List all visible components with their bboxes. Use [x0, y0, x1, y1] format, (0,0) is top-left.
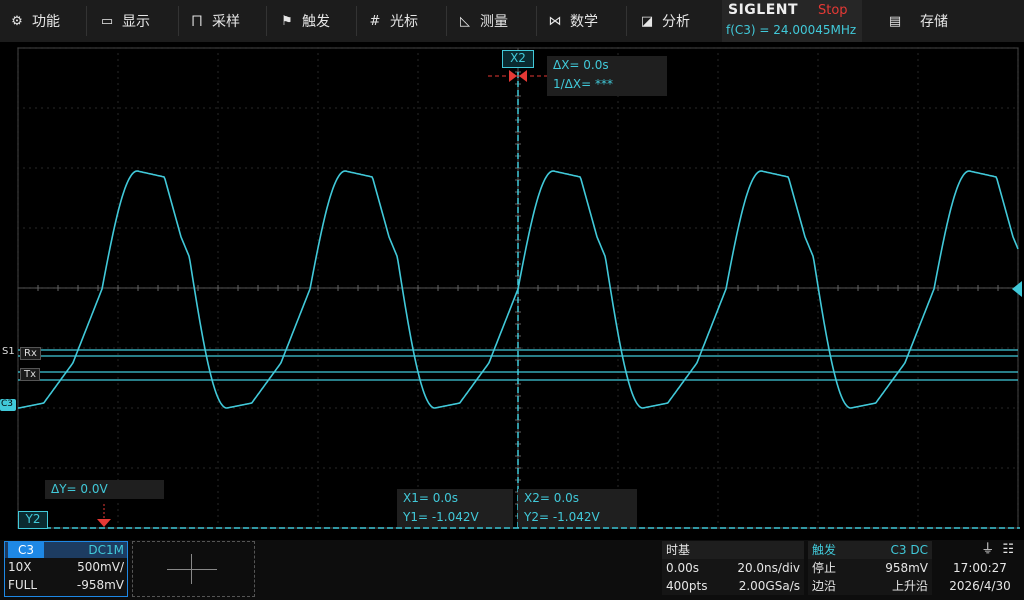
- cursor2-panel: X2= 0.0s Y2= -1.042V: [518, 489, 637, 527]
- waveform-display[interactable]: S1 Rx Tx C3 X2 Y2 ΔX= 0.0s 1/ΔX= *** ΔY=…: [0, 42, 1024, 536]
- timebase-scale: 20.0ns/div: [737, 561, 800, 575]
- timebase-rate: 2.00GSa/s: [738, 579, 800, 593]
- trigger-row-1: 停止 958mV: [808, 559, 932, 577]
- menu-math[interactable]: ⋈ 数学: [546, 0, 599, 42]
- y2-cursor-tag[interactable]: Y2: [18, 511, 48, 529]
- timebase-delay: 0.00s: [666, 561, 699, 575]
- status-panel[interactable]: SIGLENT Stop f(C3) = 24.00045MHz: [722, 0, 862, 42]
- trigger-delay-icon: [97, 519, 111, 527]
- ch3-header: C3 DC1M: [5, 542, 127, 558]
- c3-tag: C3: [1, 399, 14, 409]
- rx-tag: Rx: [20, 347, 41, 360]
- timebase-points: 400pts: [666, 579, 708, 593]
- flag-icon: ⚑: [281, 13, 293, 29]
- menu-divider: [178, 6, 179, 36]
- waveform-svg: [0, 47, 1022, 529]
- run-state[interactable]: Stop: [818, 3, 848, 18]
- timebase-row-2: 400pts 2.00GSa/s: [662, 577, 804, 595]
- delta-y-value: ΔY= 0.0V: [51, 482, 108, 496]
- menu-divider: [446, 6, 447, 36]
- measure-icon: ◺: [460, 13, 470, 29]
- trigger-row-2: 边沿 上升沿: [808, 577, 932, 595]
- trigger-slope: 上升沿: [891, 579, 928, 593]
- menu-display[interactable]: ▭ 显示: [98, 0, 150, 42]
- delta-x-panel: ΔX= 0.0s 1/ΔX= ***: [547, 56, 667, 96]
- menu-math-label: 数学: [570, 14, 598, 30]
- trigger-level: 958mV: [885, 561, 928, 575]
- menu-divider: [626, 6, 627, 36]
- menu-function-label: 功能: [32, 14, 60, 30]
- timebase-panel[interactable]: 时基 0.00s 20.0ns/div 400pts 2.00GSa/s: [662, 541, 804, 595]
- menu-cursors[interactable]: # 光标: [366, 0, 418, 42]
- clock-panel: ⏚ ☷ 17:00:27 2026/4/30: [940, 541, 1020, 595]
- x1-value: X1= 0.0s: [403, 491, 459, 505]
- x2-cursor-tag[interactable]: X2: [502, 50, 534, 68]
- menu-divider: [86, 6, 87, 36]
- y2-value: Y2= -1.042V: [524, 510, 600, 524]
- plus-icon: [167, 569, 217, 570]
- trigger-header: 触发 C3 DC: [808, 541, 932, 559]
- menu-bar: ⚙ 功能 ▭ 显示 ⨅ 采样 ⚑ 触发 # 光标 ◺ 测量 ⋈ 数学 ◪ 分析 …: [0, 0, 1024, 42]
- clock-time: 17:00:27: [953, 561, 1007, 575]
- ch3-probe: 10X: [8, 560, 32, 574]
- menu-divider: [356, 6, 357, 36]
- x2-value: X2= 0.0s: [524, 491, 580, 505]
- add-channel-button[interactable]: [132, 541, 255, 597]
- ch3-name: C3: [8, 542, 45, 558]
- ch3-settings-panel[interactable]: C3 DC1M 10X 500mV/ FULL -958mV: [4, 541, 128, 597]
- analysis-icon: ◪: [640, 13, 654, 29]
- storage-icon: ▤: [888, 13, 902, 29]
- trigger-mode: 停止: [812, 561, 837, 575]
- menu-cursors-label: 光标: [390, 14, 418, 30]
- frequency-readout: f(C3) = 24.00045MHz: [726, 23, 857, 37]
- ch3-bandwidth: FULL: [8, 578, 38, 592]
- menu-function[interactable]: ⚙ 功能: [8, 0, 60, 42]
- ch3-coupling: DC1M: [88, 543, 124, 557]
- menu-measure-label: 测量: [480, 14, 508, 30]
- menu-display-label: 显示: [122, 14, 150, 30]
- network-icon: ☷: [1002, 542, 1014, 557]
- menu-analysis[interactable]: ◪ 分析: [638, 0, 690, 42]
- trigger-source: C3 DC: [890, 543, 928, 557]
- s1-tag: S1: [2, 346, 15, 357]
- bottom-bar: C3 DC1M 10X 500mV/ FULL -958mV 时基 0.00s …: [0, 540, 1024, 600]
- plus-icon-vertical: [191, 554, 192, 584]
- trigger-panel[interactable]: 触发 C3 DC 停止 958mV 边沿 上升沿: [808, 541, 932, 595]
- menu-acquire-label: 采样: [212, 14, 240, 30]
- gear-icon: ⚙: [11, 13, 23, 29]
- cursor-icon: #: [369, 13, 381, 29]
- inverse-delta-x-value: 1/ΔX= ***: [553, 77, 613, 91]
- ch3-row-offset: FULL -958mV: [5, 576, 127, 594]
- menu-divider: [266, 6, 267, 36]
- math-icon: ⋈: [548, 13, 562, 29]
- monitor-icon: ▭: [100, 13, 114, 29]
- delta-x-value: ΔX= 0.0s: [553, 58, 609, 72]
- trigger-title: 触发: [812, 543, 837, 557]
- ch3-offset: -958mV: [76, 578, 124, 592]
- menu-acquire[interactable]: ⨅ 采样: [188, 0, 240, 42]
- trigger-type: 边沿: [812, 579, 837, 593]
- menu-analysis-label: 分析: [662, 14, 690, 30]
- sample-icon: ⨅: [191, 13, 203, 29]
- tx-tag: Tx: [20, 368, 41, 381]
- trigger-level-icon[interactable]: [1012, 281, 1022, 297]
- y1-value: Y1= -1.042V: [403, 510, 479, 524]
- timebase-row-1: 0.00s 20.0ns/div: [662, 559, 804, 577]
- timebase-title: 时基: [666, 543, 691, 557]
- ch3-scale: 500mV/: [77, 560, 124, 574]
- clock-icons: ⏚ ☷: [940, 541, 1020, 559]
- menu-storage[interactable]: ▤ 存储: [886, 0, 948, 42]
- brand-logo: SIGLENT: [728, 2, 799, 18]
- clock-date: 2026/4/30: [949, 579, 1011, 593]
- usb-icon: ⏚: [981, 542, 995, 557]
- menu-trigger-label: 触发: [302, 14, 330, 30]
- delta-y-panel: ΔY= 0.0V: [45, 480, 164, 499]
- menu-divider: [536, 6, 537, 36]
- cursor1-panel: X1= 0.0s Y1= -1.042V: [397, 489, 513, 527]
- timebase-header: 时基: [662, 541, 804, 559]
- menu-storage-label: 存储: [920, 14, 948, 30]
- ch3-row-scale: 10X 500mV/: [5, 558, 127, 576]
- menu-trigger[interactable]: ⚑ 触发: [278, 0, 330, 42]
- menu-measure[interactable]: ◺ 测量: [456, 0, 508, 42]
